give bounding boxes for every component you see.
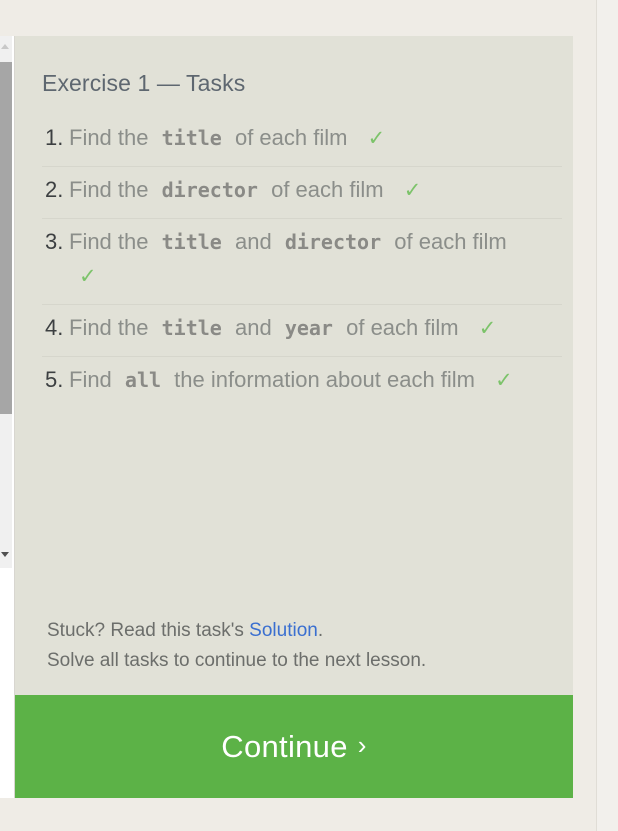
checkmark-icon: ✓ [495,369,513,392]
task-text: of each film [234,125,348,150]
task-number: 2. [45,177,64,202]
task-text: and [234,315,272,340]
task-code: title [161,126,222,150]
task-text: the information about each film [174,367,476,392]
scrollbar-thumb[interactable] [0,62,12,414]
task-text: Find the [69,315,149,340]
panel-title: Exercise 1 — Tasks [42,70,246,96]
task-number: 3. [45,229,64,254]
continue-label: Continue [221,728,348,764]
task-code: all [124,368,162,392]
tasks-panel: Exercise 1 — Tasks 1. Find the title of … [15,36,573,695]
task-item-3: 3. Find the title and director of each f… [42,219,562,305]
task-number: 1. [45,125,64,150]
task-item-2: 2. Find the director of each film ✓ [42,167,562,219]
window-edge [596,0,618,831]
vertical-scrollbar[interactable] [0,36,12,568]
task-code: title [161,316,222,340]
stuck-prefix: Stuck? Read this task's [47,620,244,641]
page: Exercise 1 — Tasks 1. Find the title of … [0,0,618,831]
task-text: Find the [69,177,149,202]
task-item-5: 5. Find all the information about each f… [42,357,562,408]
checkmark-icon: ✓ [403,179,422,202]
solution-link[interactable]: Solution [249,620,318,641]
task-code: director [161,178,258,202]
chevron-right-icon: › [357,730,367,760]
checkmark-icon: ✓ [367,127,386,150]
scroll-down-arrow-icon[interactable] [1,552,9,557]
task-number: 4. [45,315,64,340]
continue-note: Solve all tasks to continue to the next … [47,650,427,671]
task-code: title [161,230,222,254]
scroll-up-arrow-icon[interactable] [1,44,9,49]
continue-button[interactable]: Continue › [15,695,573,798]
stuck-suffix: . [317,620,324,641]
task-text: of each film [394,229,507,254]
task-text: of each film [271,177,384,202]
editor-scroll-area [0,36,15,798]
stuck-line: Stuck? Read this task's Solution. [47,616,426,646]
task-text: and [234,229,272,254]
task-text: Find the [69,125,149,150]
task-code: director [284,230,382,254]
task-text: Find the [69,229,149,254]
checkmark-icon: ✓ [79,265,97,288]
task-code: year [284,316,333,340]
task-list: 1. Find the title of each film ✓ 2. Find… [42,115,562,408]
task-item-1: 1. Find the title of each film ✓ [42,115,562,167]
checkmark-icon: ✓ [478,317,497,340]
task-text: Find [69,367,112,392]
task-item-4: 4. Find the title and year of each film … [42,305,562,357]
help-text: Stuck? Read this task's Solution. Solve … [47,616,426,676]
task-text: of each film [346,315,459,340]
task-number: 5. [45,367,64,392]
